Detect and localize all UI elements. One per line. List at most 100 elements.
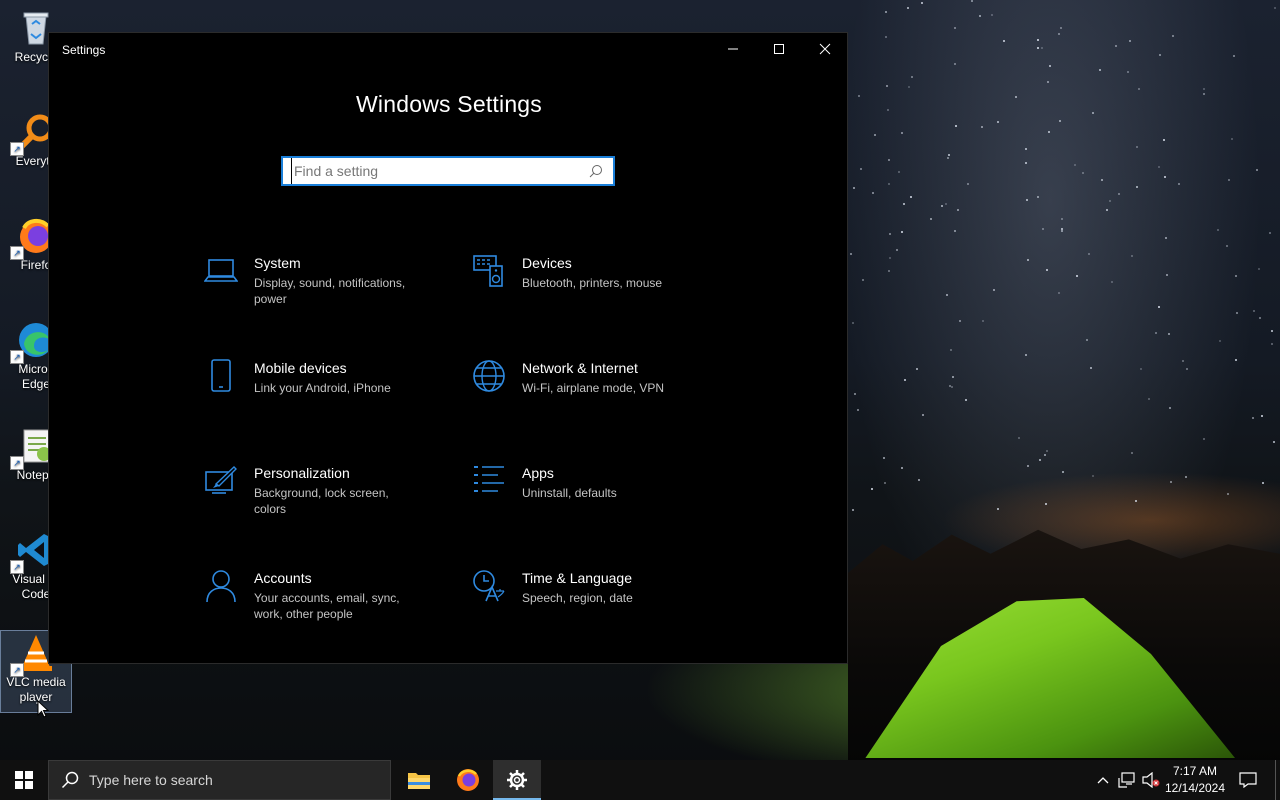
star bbox=[950, 386, 953, 389]
category-devices[interactable]: Devices Bluetooth, printers, mouse bbox=[472, 254, 712, 291]
start-button[interactable] bbox=[0, 760, 48, 800]
star bbox=[896, 248, 899, 251]
star bbox=[901, 467, 904, 470]
star bbox=[1171, 34, 1174, 37]
star bbox=[1235, 359, 1238, 362]
mouse-cursor-icon bbox=[37, 700, 49, 718]
star bbox=[906, 6, 909, 9]
category-apps[interactable]: Apps Uninstall, defaults bbox=[472, 464, 712, 501]
search-icon[interactable] bbox=[585, 160, 607, 182]
star bbox=[1147, 398, 1150, 401]
taskbar-file-explorer[interactable] bbox=[395, 760, 443, 800]
star bbox=[947, 153, 950, 156]
shortcut-arrow-icon: ↗ bbox=[10, 142, 24, 156]
star bbox=[1027, 464, 1030, 467]
star bbox=[981, 320, 984, 323]
star bbox=[1106, 208, 1109, 211]
category-desc: Link your Android, iPhone bbox=[254, 381, 391, 395]
taskbar-firefox[interactable] bbox=[444, 760, 492, 800]
close-icon bbox=[819, 43, 831, 55]
network-tray-button[interactable] bbox=[1116, 760, 1138, 800]
star bbox=[997, 508, 1000, 511]
taskbar-search-box[interactable]: Type here to search bbox=[48, 760, 391, 800]
category-system[interactable]: System Display, sound, notifications, po… bbox=[203, 254, 444, 307]
paint-icon bbox=[204, 464, 238, 498]
star bbox=[1184, 475, 1187, 478]
star bbox=[1109, 199, 1112, 202]
star bbox=[1253, 309, 1256, 312]
star bbox=[1227, 179, 1230, 182]
chevron-up-icon bbox=[1097, 777, 1109, 784]
star bbox=[1037, 39, 1040, 42]
star bbox=[1130, 452, 1133, 455]
globe-icon bbox=[472, 359, 506, 393]
star bbox=[883, 481, 886, 484]
star bbox=[908, 85, 911, 88]
star bbox=[953, 26, 956, 29]
taskbar-clock[interactable]: 7:17 AM 12/14/2024 bbox=[1160, 763, 1230, 797]
category-desc: Display, sound, notifications, power bbox=[254, 276, 406, 306]
show-desktop-button[interactable] bbox=[1275, 760, 1276, 800]
star bbox=[941, 204, 944, 207]
star bbox=[1111, 280, 1114, 283]
show-hidden-icons-button[interactable] bbox=[1094, 760, 1112, 800]
star bbox=[970, 0, 973, 2]
laptop-icon bbox=[203, 254, 239, 288]
star bbox=[1047, 130, 1050, 133]
star bbox=[915, 367, 918, 370]
star bbox=[954, 63, 957, 66]
star bbox=[1157, 305, 1160, 308]
star bbox=[1272, 441, 1275, 444]
action-center-button[interactable] bbox=[1234, 760, 1262, 800]
star bbox=[1129, 39, 1132, 42]
shortcut-arrow-icon: ↗ bbox=[10, 456, 24, 470]
settings-search-box[interactable] bbox=[281, 156, 615, 186]
star bbox=[1060, 218, 1063, 221]
category-personalization[interactable]: Personalization Background, lock screen,… bbox=[204, 464, 444, 517]
category-network-internet[interactable]: Network & Internet Wi-Fi, airplane mode,… bbox=[472, 359, 712, 396]
settings-window: Settings Windows Settings System Display… bbox=[48, 32, 848, 664]
star bbox=[944, 202, 947, 205]
close-button[interactable] bbox=[802, 33, 848, 65]
star bbox=[1225, 244, 1228, 247]
star bbox=[1159, 53, 1162, 56]
star bbox=[1270, 342, 1273, 345]
network-icon bbox=[1118, 772, 1135, 788]
star bbox=[1036, 196, 1039, 199]
star bbox=[1038, 458, 1041, 461]
star bbox=[953, 230, 956, 233]
star bbox=[1178, 182, 1181, 185]
volume-tray-button[interactable] bbox=[1140, 760, 1162, 800]
star bbox=[888, 270, 891, 273]
star bbox=[1135, 185, 1138, 188]
star bbox=[853, 393, 856, 396]
star bbox=[1037, 46, 1040, 49]
star bbox=[946, 294, 949, 297]
star bbox=[1167, 332, 1170, 335]
category-desc: Wi-Fi, airplane mode, VPN bbox=[522, 381, 665, 395]
category-accounts[interactable]: Accounts Your accounts, email, sync, wor… bbox=[204, 569, 444, 622]
category-name: Apps bbox=[522, 465, 554, 481]
category-mobile-devices[interactable]: Mobile devices Link your Android, iPhone bbox=[204, 359, 444, 396]
star bbox=[1134, 499, 1137, 502]
star bbox=[1059, 119, 1062, 122]
notification-icon bbox=[1239, 772, 1257, 788]
window-titlebar[interactable]: Settings bbox=[49, 33, 847, 67]
star bbox=[1062, 471, 1064, 474]
star bbox=[996, 120, 999, 123]
star bbox=[910, 196, 913, 199]
taskbar-settings[interactable] bbox=[493, 760, 541, 800]
category-time-language[interactable]: Time & Language Speech, region, date bbox=[472, 569, 712, 606]
category-desc: Uninstall, defaults bbox=[522, 486, 617, 500]
star bbox=[964, 398, 967, 401]
star bbox=[1045, 450, 1048, 453]
star bbox=[1091, 112, 1094, 114]
star bbox=[902, 202, 905, 205]
star bbox=[956, 209, 959, 212]
maximize-button[interactable] bbox=[756, 33, 802, 65]
star bbox=[1088, 253, 1091, 256]
star bbox=[1046, 81, 1049, 84]
settings-search-input[interactable] bbox=[291, 158, 585, 184]
star bbox=[1044, 502, 1047, 505]
minimize-button[interactable] bbox=[710, 33, 756, 65]
